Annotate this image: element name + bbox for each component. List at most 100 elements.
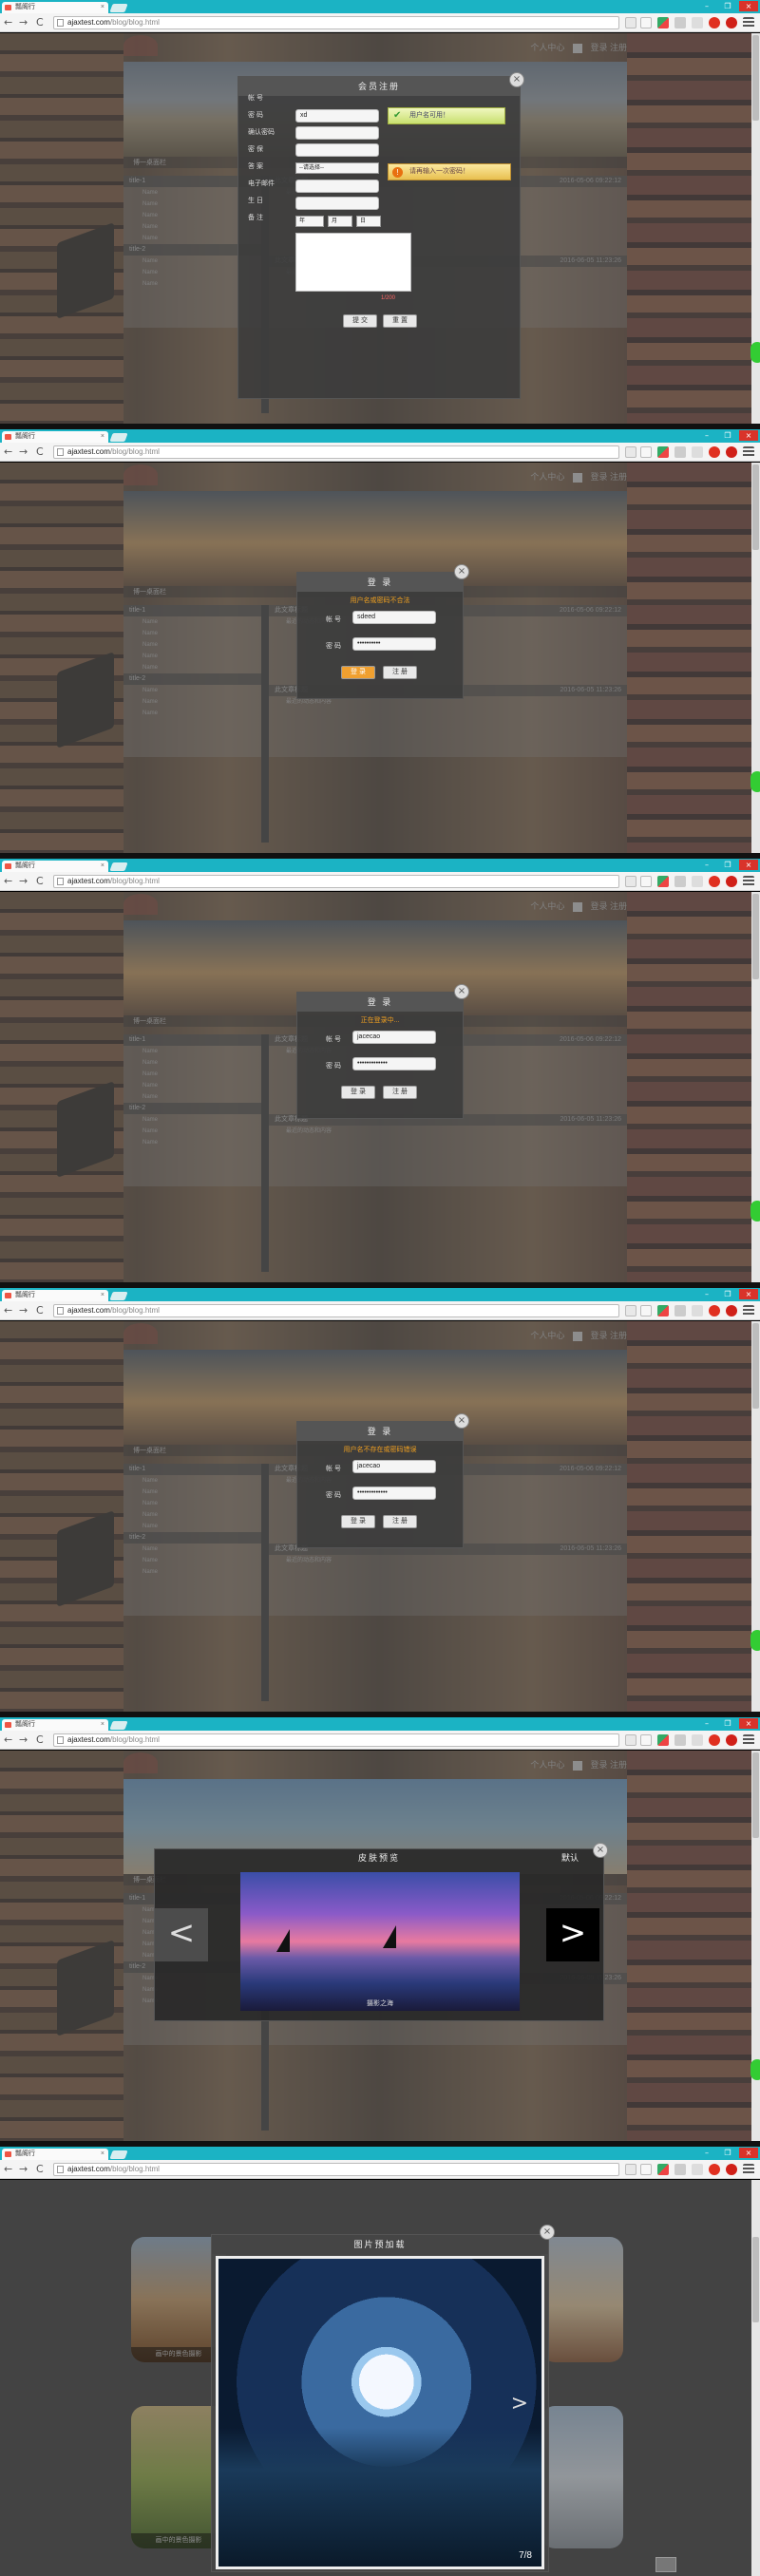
adblock-icon[interactable] [709,17,720,28]
abp-icon[interactable] [726,1734,737,1746]
username-input[interactable]: jacecao [352,1031,436,1044]
confirm-password-input[interactable] [295,143,379,157]
extension-icon[interactable] [674,1305,686,1316]
address-bar[interactable]: ajaxtest.com/blog/blog.html [53,16,619,29]
extension-icon[interactable] [657,446,669,458]
abp-icon[interactable] [726,17,737,28]
page-scrollbar[interactable] [751,463,760,859]
birthday-day-select[interactable]: 日 [356,216,381,227]
extension-icon[interactable] [674,17,686,28]
window-close-button[interactable]: × [739,2148,758,2158]
birthday-year-select[interactable]: 年 [295,216,324,227]
scrollbar-thumb[interactable] [752,894,759,979]
adblock-icon[interactable] [709,446,720,458]
maximize-button[interactable]: ❐ [718,1289,737,1299]
address-bar[interactable]: ajaxtest.com/blog/blog.html [53,2163,619,2176]
extension-icon[interactable] [657,1305,669,1316]
scrollbar-thumb[interactable] [752,35,759,121]
floating-widget[interactable] [750,342,760,363]
menu-icon[interactable] [743,1734,754,1746]
register-button[interactable]: 注 册 [383,1515,417,1528]
username-input[interactable]: jacecao [352,1460,436,1473]
window-close-button[interactable]: × [739,1289,758,1299]
abp-icon[interactable] [726,1305,737,1316]
minimize-button[interactable]: – [697,1718,716,1729]
translate-icon[interactable] [625,1734,636,1746]
extension-icon[interactable] [657,17,669,28]
extension-icon[interactable] [657,1734,669,1746]
address-bar[interactable]: ajaxtest.com/blog/blog.html [53,445,619,459]
adblock-icon[interactable] [709,2164,720,2175]
translate-icon[interactable] [625,1305,636,1316]
reload-icon[interactable]: C [36,16,44,29]
new-tab-button[interactable] [109,1721,128,1730]
back-icon[interactable]: ← [4,1733,12,1747]
browser-tab[interactable]: 瓢阁行 × [2,2149,108,2160]
extension-icon[interactable] [692,1305,703,1316]
new-tab-button[interactable] [109,2150,128,2159]
adblock-icon[interactable] [709,1734,720,1746]
adblock-icon[interactable] [709,876,720,887]
bookmark-star-icon[interactable] [640,1305,652,1316]
adblock-icon[interactable] [709,1305,720,1316]
maximize-button[interactable]: ❐ [718,430,737,441]
window-close-button[interactable]: × [739,1718,758,1729]
abp-icon[interactable] [726,876,737,887]
reload-icon[interactable]: C [36,875,44,888]
minimize-button[interactable]: – [697,860,716,870]
maximize-button[interactable]: ❐ [718,1,737,11]
new-tab-button[interactable] [109,4,128,12]
bookmark-star-icon[interactable] [640,17,652,28]
new-tab-button[interactable] [109,433,128,442]
next-arrow-icon[interactable]: > [546,1908,599,1961]
login-button[interactable]: 登 录 [341,1515,375,1528]
close-icon[interactable]: × [454,1413,469,1429]
abp-icon[interactable] [726,2164,737,2175]
password-input[interactable]: ••••••••••••• [352,1487,436,1500]
browser-tab[interactable]: 瓢阁行 × [2,1719,108,1731]
page-scrollbar[interactable] [751,1751,760,2147]
close-icon[interactable]: × [454,984,469,999]
translate-icon[interactable] [625,446,636,458]
back-icon[interactable]: ← [4,2163,12,2176]
username-input[interactable]: sdeed [352,611,436,624]
scrollbar-thumb[interactable] [752,2237,759,2322]
scrollbar-thumb[interactable] [752,464,759,550]
reload-icon[interactable]: C [36,1733,44,1747]
menu-icon[interactable] [743,446,754,458]
tab-close-icon[interactable]: × [101,2149,104,2160]
new-tab-button[interactable] [109,1292,128,1300]
floating-widget[interactable] [750,1201,760,1222]
extension-icon[interactable] [692,876,703,887]
back-icon[interactable]: ← [4,875,12,888]
floating-widget[interactable] [750,1630,760,1651]
security-question-select[interactable]: --请选择-- [295,162,379,174]
menu-icon[interactable] [743,17,754,28]
submit-button[interactable]: 提 交 [343,314,377,328]
login-button[interactable]: 登 录 [341,666,375,679]
bookmark-star-icon[interactable] [640,2164,652,2175]
page-scrollbar[interactable] [751,892,760,1288]
extension-icon[interactable] [657,2164,669,2175]
extension-icon[interactable] [674,1734,686,1746]
extension-icon[interactable] [674,876,686,887]
bookmark-star-icon[interactable] [640,446,652,458]
close-icon[interactable]: × [509,72,524,87]
browser-tab[interactable]: 瓢阁行 × [2,2,108,13]
window-close-button[interactable]: × [739,1,758,11]
email-input[interactable] [295,197,379,210]
back-icon[interactable]: ← [4,445,12,459]
reload-icon[interactable]: C [36,2163,44,2176]
birthday-month-select[interactable]: 月 [328,216,352,227]
forward-icon[interactable]: → [19,1304,28,1317]
login-button[interactable]: 登 录 [341,1086,375,1099]
prev-arrow-icon[interactable]: < [155,1908,208,1961]
next-arrow-icon[interactable]: > [511,2392,528,2415]
maximize-button[interactable]: ❐ [718,1718,737,1729]
tab-close-icon[interactable]: × [101,1290,104,1301]
tab-close-icon[interactable]: × [101,2,104,13]
scrollbar-thumb[interactable] [752,1323,759,1409]
default-skin-link[interactable]: 默认 [561,1849,579,1866]
window-close-button[interactable]: × [739,860,758,870]
browser-tab[interactable]: 瓢阁行 × [2,861,108,872]
